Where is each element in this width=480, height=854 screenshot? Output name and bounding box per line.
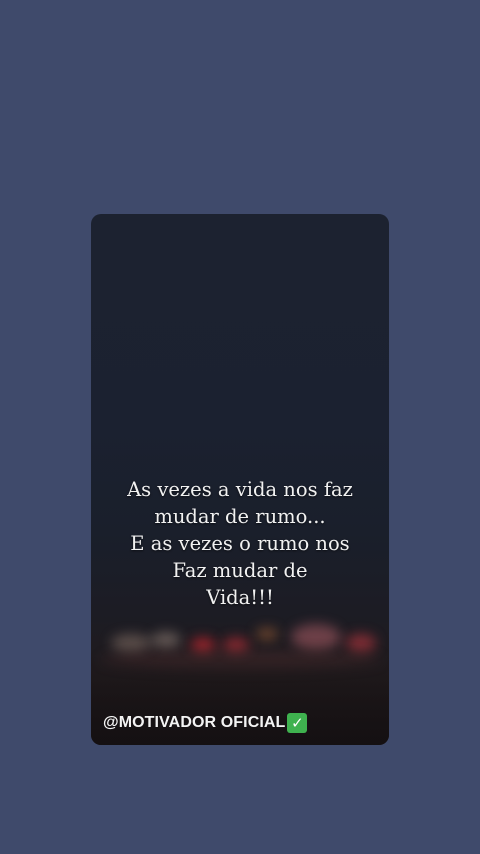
- author-handle[interactable]: @MOTIVADOR OFICIAL ✓: [103, 713, 308, 733]
- check-mark-button-icon: ✓: [287, 713, 308, 733]
- quote-text: As vezes a vida nos faz mudar de rumo...…: [91, 476, 389, 611]
- quote-line: mudar de rumo...: [154, 505, 326, 528]
- handle-text: @MOTIVADOR OFICIAL: [103, 714, 286, 731]
- quote-line: Vida!!!: [206, 586, 274, 609]
- quote-line: As vezes a vida nos faz: [127, 478, 353, 501]
- quote-line: E as vezes o rumo nos: [130, 532, 350, 555]
- video-card[interactable]: As vezes a vida nos faz mudar de rumo...…: [91, 214, 389, 745]
- quote-line: Faz mudar de: [172, 559, 308, 582]
